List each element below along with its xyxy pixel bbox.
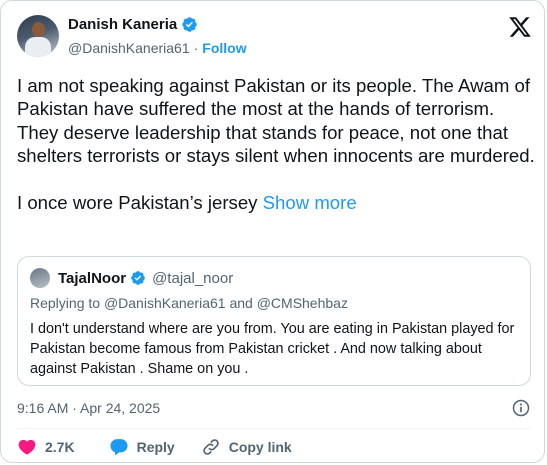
reply-button[interactable]: Reply bbox=[109, 437, 175, 457]
quoted-tweet-header: TajalNoor @tajal_noor bbox=[30, 268, 233, 288]
divider bbox=[17, 428, 531, 429]
tweet-card: Danish Kaneria @DanishKaneria61 · Follow… bbox=[0, 0, 545, 463]
replying-to-user-2: @CMShehbaz bbox=[256, 295, 348, 311]
quoted-tweet[interactable]: TajalNoor @tajal_noor Replying to @Danis… bbox=[17, 256, 531, 386]
copy-link-label: Copy link bbox=[228, 439, 292, 455]
action-bar: 2.7K Reply Copy link bbox=[17, 437, 292, 457]
x-logo-icon[interactable] bbox=[508, 15, 532, 39]
link-icon bbox=[202, 439, 219, 455]
verified-badge-icon bbox=[182, 17, 197, 32]
tweet-paragraph-2-text: I once wore Pakistan’s jersey bbox=[17, 191, 258, 213]
show-more-link[interactable]: Show more bbox=[263, 192, 357, 213]
like-count: 2.7K bbox=[45, 439, 75, 455]
reply-label: Reply bbox=[136, 439, 175, 455]
tweet-timestamp[interactable]: 9:16 AM · Apr 24, 2025 bbox=[17, 400, 160, 416]
author-avatar[interactable] bbox=[17, 15, 59, 57]
separator-dot: · bbox=[193, 40, 199, 56]
replying-to-and: and bbox=[229, 295, 253, 311]
quoted-tweet-text: I don't understand where are you from. Y… bbox=[30, 321, 515, 377]
author-name[interactable]: Danish Kaneria bbox=[68, 16, 177, 33]
quoted-author-name: TajalNoor bbox=[58, 269, 127, 287]
tweet-paragraph-1: I am not speaking against Pakistan or it… bbox=[17, 75, 535, 167]
like-button[interactable]: 2.7K bbox=[17, 437, 75, 457]
replying-to-user-1: @DanishKaneria61 bbox=[103, 295, 226, 311]
copy-link-button[interactable]: Copy link bbox=[201, 437, 292, 457]
avatar-shirt bbox=[25, 37, 51, 57]
replying-to-line: Replying to @DanishKaneria61 and @CMSheh… bbox=[30, 295, 348, 311]
heart-icon bbox=[18, 439, 36, 455]
reply-bubble-icon bbox=[110, 439, 128, 456]
follow-button[interactable]: Follow bbox=[202, 40, 246, 56]
tweet-body: I am not speaking against Pakistan or it… bbox=[17, 74, 537, 214]
replying-to-prefix: Replying to bbox=[30, 295, 101, 311]
quoted-author-avatar bbox=[30, 268, 50, 288]
verified-badge-icon bbox=[131, 271, 145, 285]
author-handle-row: @DanishKaneria61 · Follow bbox=[68, 40, 247, 56]
quoted-author-handle: @tajal_noor bbox=[152, 269, 234, 287]
avatar-head bbox=[32, 22, 45, 37]
tweet-paragraph-2: I once wore Pakistan’s jersey Show more bbox=[17, 191, 537, 214]
info-icon[interactable] bbox=[511, 398, 531, 418]
author-handle[interactable]: @DanishKaneria61 bbox=[68, 40, 190, 56]
author-name-row: Danish Kaneria bbox=[68, 16, 198, 33]
